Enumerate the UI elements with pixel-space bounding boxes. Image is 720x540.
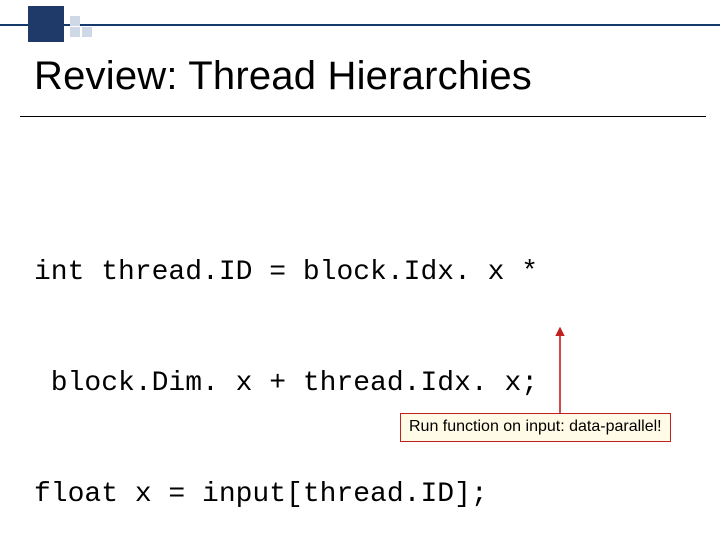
- callout-label: Run function on input: data-parallel!: [400, 413, 671, 442]
- code-line-3: float x = input[thread.ID];: [34, 479, 488, 510]
- code-line-1: int thread.ID = block.Idx. x *: [34, 257, 538, 288]
- code-line-2: block.Dim. x + thread.Idx. x;: [34, 368, 538, 399]
